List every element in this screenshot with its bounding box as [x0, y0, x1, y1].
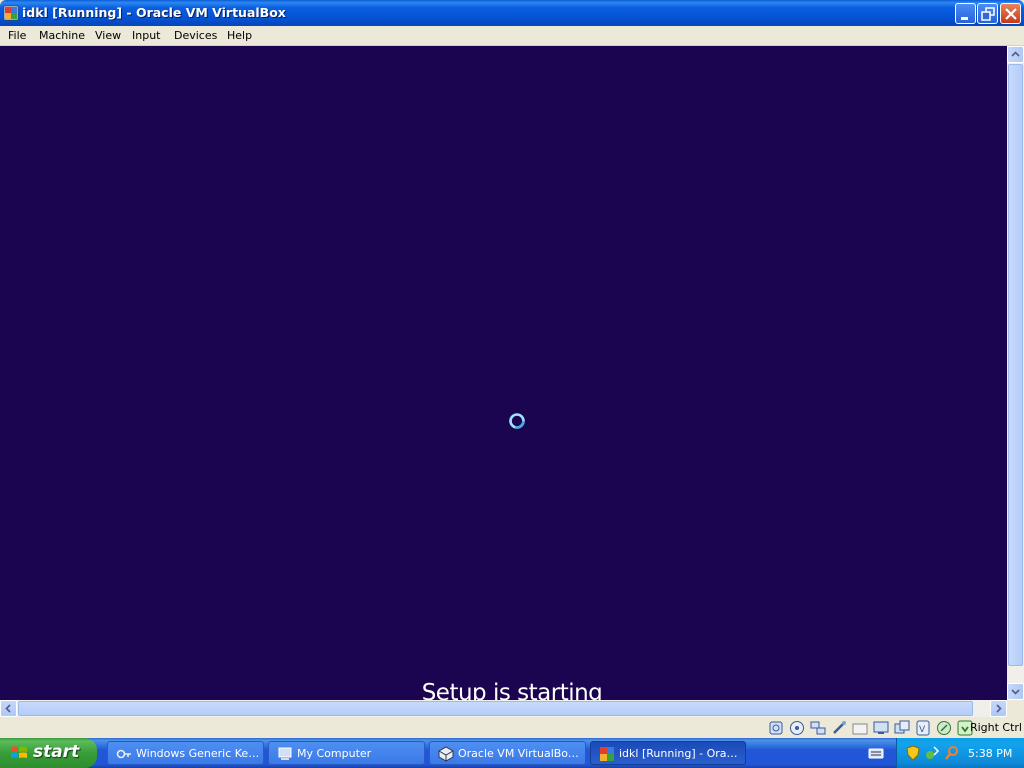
taskbar-item-virtualbox-manager[interactable]: Oracle VM VirtualBox ...	[429, 741, 586, 765]
window-title: idkl [Running] - Oracle VM VirtualBox	[22, 5, 286, 20]
virtualbox-app-icon	[3, 5, 19, 21]
taskbar-item-label: Windows Generic Key...	[136, 747, 260, 760]
shared-folders-icon[interactable]	[852, 720, 868, 736]
title-bar[interactable]: idkl [Running] - Oracle VM VirtualBox	[0, 0, 1024, 26]
chevron-right-icon	[996, 704, 1002, 713]
vm-window-icon	[600, 747, 614, 761]
capture-icon[interactable]	[894, 720, 910, 736]
vertical-scrollbar[interactable]	[1007, 46, 1024, 700]
taskbar-item-label: idkl [Running] - Oracl...	[619, 747, 741, 760]
svg-text:V: V	[919, 725, 926, 735]
virtualbox-icon	[438, 746, 454, 762]
menu-help[interactable]: Help	[227, 29, 252, 42]
optical-drive-icon[interactable]	[789, 720, 805, 736]
restore-button[interactable]	[977, 3, 998, 24]
taskbar-item-idkl-running[interactable]: idkl [Running] - Oracl...	[590, 741, 746, 765]
menu-bar: File Machine View Input Devices Help	[0, 26, 1024, 46]
chevron-up-icon	[1011, 51, 1020, 57]
taskbar-item-label: Oracle VM VirtualBox ...	[458, 747, 582, 760]
horizontal-scroll-thumb[interactable]	[18, 701, 973, 716]
vertical-scroll-thumb[interactable]	[1008, 64, 1023, 666]
scroll-up-button[interactable]	[1007, 46, 1024, 63]
network-status-icon[interactable]	[924, 745, 940, 761]
network-icon[interactable]	[810, 720, 826, 736]
search-icon[interactable]	[944, 745, 960, 761]
loading-spinner-icon	[509, 413, 525, 429]
scroll-right-button[interactable]	[990, 700, 1007, 717]
cpu-icon[interactable]: V	[915, 720, 931, 736]
usb-icon[interactable]	[831, 720, 847, 736]
windows-logo-icon	[11, 746, 27, 758]
setup-status-text: Setup is starting	[421, 680, 603, 700]
menu-file[interactable]: File	[8, 29, 26, 42]
chevron-left-icon	[5, 704, 11, 713]
hard-disk-icon[interactable]	[768, 720, 784, 736]
display-icon[interactable]	[873, 720, 889, 736]
horizontal-scrollbar[interactable]	[0, 700, 1007, 717]
scroll-left-button[interactable]	[0, 700, 17, 717]
restore-icon	[981, 7, 995, 21]
menu-devices[interactable]: Devices	[174, 29, 217, 42]
clock[interactable]: 5:38 PM	[968, 747, 1012, 760]
scroll-corner	[1007, 700, 1024, 717]
virtualbox-window: idkl [Running] - Oracle VM VirtualBox Fi…	[0, 0, 1024, 738]
start-button[interactable]: start	[0, 738, 97, 768]
status-bar: V Right Ctrl	[0, 717, 1024, 738]
taskbar-item-my-computer[interactable]: My Computer	[268, 741, 425, 765]
menu-view[interactable]: View	[95, 29, 121, 42]
close-button[interactable]	[1000, 3, 1021, 24]
key-icon	[116, 749, 131, 759]
host-key-label: Right Ctrl	[969, 721, 1022, 734]
close-icon	[1005, 8, 1017, 20]
minimize-button[interactable]	[955, 3, 976, 24]
security-shield-icon[interactable]	[905, 745, 921, 761]
computer-icon	[278, 747, 292, 760]
taskbar: start Windows Generic Key... My Computer…	[0, 738, 1024, 768]
scroll-down-button[interactable]	[1007, 683, 1024, 700]
keyboard-layout-icon[interactable]	[868, 745, 884, 761]
menu-input[interactable]: Input	[132, 29, 160, 42]
minimize-icon	[961, 17, 968, 20]
taskbar-item-label: My Computer	[297, 747, 372, 760]
start-label: start	[33, 742, 80, 762]
menu-machine[interactable]: Machine	[39, 29, 85, 42]
chevron-down-icon	[1011, 689, 1020, 695]
vm-display[interactable]	[0, 46, 1007, 700]
mouse-integration-icon[interactable]	[936, 720, 952, 736]
system-tray: 5:38 PM	[896, 738, 1024, 768]
taskbar-item-windows-generic-key[interactable]: Windows Generic Key...	[107, 741, 264, 765]
